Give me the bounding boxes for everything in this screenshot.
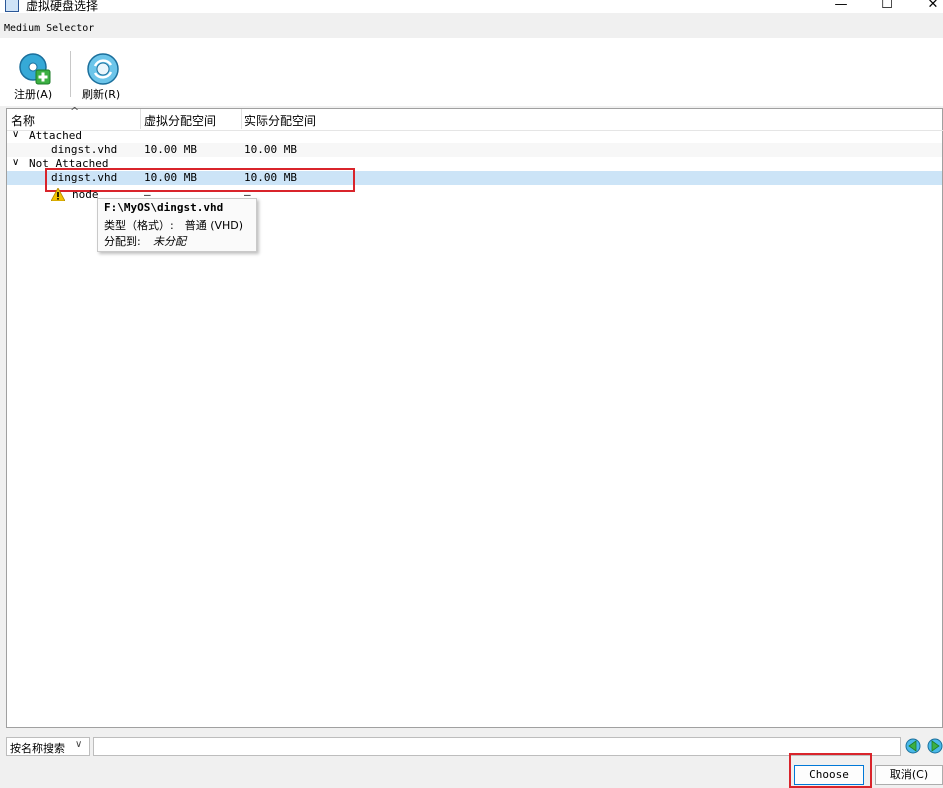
refresh-disk-icon	[86, 52, 120, 86]
warning-icon	[50, 187, 66, 202]
minimize-button[interactable]: —	[826, 0, 856, 12]
actual-size: 10.00 MB	[244, 143, 297, 156]
sort-indicator-icon: ^	[70, 105, 80, 118]
tooltip-attached-value: 未分配	[153, 235, 186, 248]
refresh-label: 刷新(R)	[82, 88, 121, 101]
virtual-size: 10.00 MB	[144, 143, 197, 156]
tooltip-attached-label: 分配到:	[104, 235, 141, 248]
window-title: 虚拟硬盘选择	[26, 0, 99, 13]
search-next-icon[interactable]	[927, 738, 943, 754]
medium-tooltip: F:\MyOS\dingst.vhd 类型（格式）: 普通 (VHD) 分配到:…	[97, 198, 257, 252]
search-mode-value: 按名称搜索	[10, 742, 65, 755]
column-header-actual-size[interactable]: 实际分配空间	[244, 112, 316, 129]
medium-name: dingst.vhd	[51, 143, 118, 156]
column-divider[interactable]	[140, 109, 141, 129]
column-header-name[interactable]: 名称	[11, 112, 35, 129]
column-header-virtual-size[interactable]: 虚拟分配空间	[144, 112, 216, 129]
register-label: 注册(A)	[14, 88, 53, 101]
close-button[interactable]: ✕	[918, 0, 943, 12]
app-icon	[5, 0, 19, 12]
cancel-button[interactable]: 取消(C)	[875, 765, 943, 785]
search-mode-select[interactable]: 按名称搜索 ∨	[6, 737, 90, 756]
chevron-down-icon: ∨	[75, 739, 83, 750]
group-label: Attached	[29, 129, 82, 142]
search-input[interactable]	[93, 737, 901, 756]
chevron-down-icon[interactable]: ∨	[12, 157, 19, 168]
title-bar: 虚拟硬盘选择 — ☐ ✕	[0, 0, 943, 13]
table-row[interactable]: dingst.vhd 10.00 MB 10.00 MB	[7, 143, 942, 157]
dialog-caption: Medium Selector	[4, 23, 95, 34]
register-disk-icon	[18, 52, 52, 86]
highlight-box	[789, 753, 872, 788]
tooltip-type: 类型（格式）: 普通 (VHD)	[104, 219, 244, 232]
tooltip-path: F:\MyOS\dingst.vhd	[104, 201, 224, 214]
medium-tree[interactable]: ^ 名称 虚拟分配空间 实际分配空间 ∨ Attached dingst.vhd…	[6, 105, 943, 728]
tree-group-attached[interactable]: ∨ Attached	[7, 129, 942, 143]
column-divider[interactable]	[241, 109, 242, 129]
toolbar-separator	[70, 51, 71, 97]
toolbar	[0, 38, 943, 106]
register-button[interactable]: 注册(A)	[11, 51, 59, 101]
search-previous-icon[interactable]	[905, 738, 921, 754]
medium-name: node	[72, 188, 99, 201]
maximize-button[interactable]: ☐	[872, 0, 902, 12]
refresh-button[interactable]: 刷新(R)	[82, 51, 126, 101]
chevron-down-icon[interactable]: ∨	[12, 129, 19, 140]
